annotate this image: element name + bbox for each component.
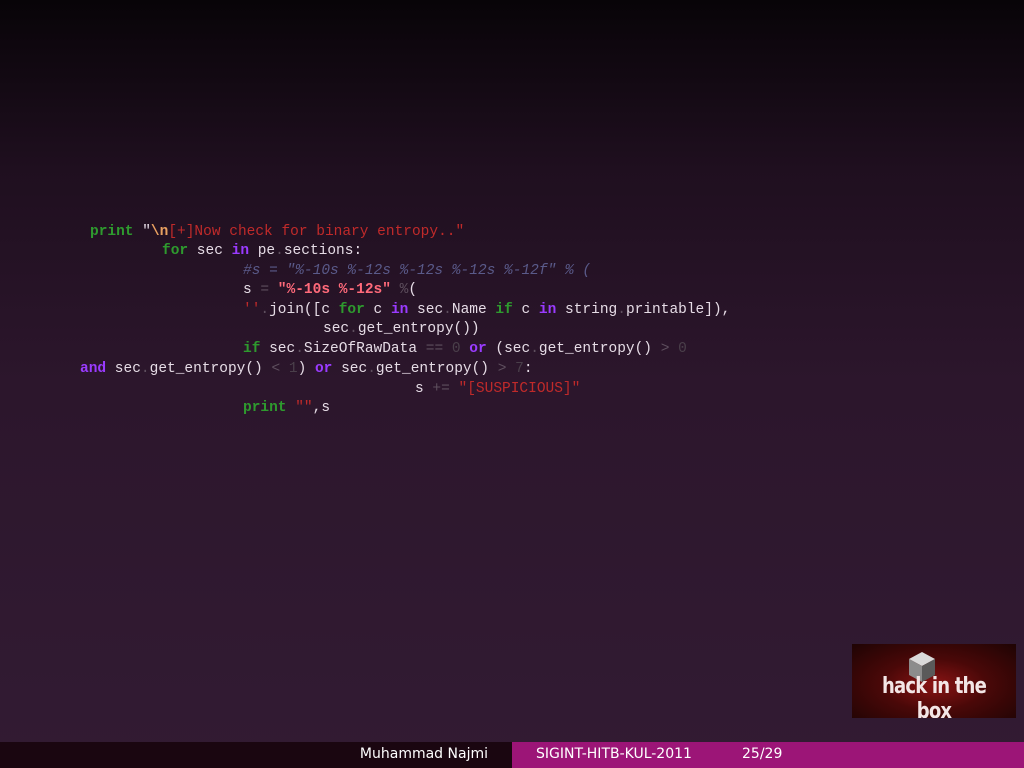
code-line: #s = "%-10s %-12s %-12s %-12s %-12f" % ( — [243, 262, 591, 280]
footer-title: SIGINT-HITB-KUL-2011 — [536, 746, 692, 762]
code-token: . — [295, 341, 304, 357]
page-number: 25/29 — [742, 746, 783, 762]
code-token: \n — [150, 224, 169, 240]
code-line: if sec.SizeOfRawData == 0 or (sec.get_en… — [243, 340, 687, 358]
code-line: print "\n[+]Now check for binary entropy… — [90, 223, 464, 241]
code-token: += — [432, 381, 450, 397]
code-token: : — [523, 361, 533, 377]
code-token: 0 — [678, 341, 687, 357]
code-line: s += "[SUSPICIOUS]" — [415, 380, 580, 398]
code-token: get_entropy()) — [357, 321, 480, 337]
code-token: 7 — [515, 361, 524, 377]
code-token: sec — [323, 321, 350, 337]
code-token: '' — [243, 302, 261, 318]
code-token: "" — [295, 400, 313, 416]
code-token: in — [390, 302, 409, 318]
code-token: "[SUSPICIOUS]" — [458, 381, 581, 397]
code-token: " — [133, 224, 151, 240]
code-token: or — [314, 361, 333, 377]
code-token: or — [469, 341, 487, 357]
footer-right: SIGINT-HITB-KUL-2011 25/29 — [512, 742, 1024, 768]
code-token: ( — [408, 282, 418, 298]
code-token: == — [425, 341, 444, 357]
code-token: for — [338, 302, 365, 318]
code-token: #s = "%-10s %-12s %-12s %-12s %-12f" % ( — [243, 263, 592, 279]
code-token: . — [260, 302, 270, 318]
code-token: for — [162, 243, 189, 259]
code-token: . — [140, 361, 150, 377]
code-token: print — [90, 224, 134, 240]
code-token: s — [243, 282, 261, 298]
code-token: in — [538, 302, 557, 318]
code-token: sections: — [283, 243, 363, 259]
code-token: "%-10s %-12s" — [269, 282, 391, 298]
code-token: if — [243, 341, 261, 357]
code-token: ) — [297, 361, 315, 377]
code-line: print "",s — [243, 399, 330, 417]
code-token: s — [415, 381, 433, 397]
code-token: printable]), — [625, 302, 731, 318]
code-block: print "\n[+]Now check for binary entropy… — [0, 0, 1024, 740]
code-token: print — [243, 400, 287, 416]
code-token: . — [617, 302, 626, 318]
slide-footer: Muhammad Najmi SIGINT-HITB-KUL-2011 25/2… — [0, 742, 1024, 768]
code-line: s = "%-10s %-12s" %( — [243, 281, 417, 299]
code-token: get_entropy() — [538, 341, 661, 357]
code-token: in — [231, 243, 250, 259]
code-line: ''.join([c for c in sec.Name if c in str… — [243, 301, 730, 319]
code-token: c — [364, 302, 391, 318]
code-token: sec — [260, 341, 296, 357]
code-token: ,s — [312, 400, 331, 416]
code-token: sec — [188, 243, 232, 259]
code-token: c — [512, 302, 539, 318]
code-token: if — [495, 302, 513, 318]
code-line: sec.get_entropy()) — [323, 320, 480, 338]
code-token: string — [556, 302, 618, 318]
code-token: 1 — [288, 361, 298, 377]
code-token: % — [390, 282, 409, 298]
footer-author: Muhammad Najmi — [359, 746, 488, 762]
code-token: = — [260, 282, 270, 298]
hitb-logo: hack in the box — [852, 644, 1016, 718]
code-token: sec — [332, 361, 368, 377]
code-token: . — [530, 341, 539, 357]
code-token: . — [443, 302, 452, 318]
code-line: for sec in pe.sections: — [162, 242, 362, 260]
code-token: (sec — [486, 341, 531, 357]
code-token: . — [275, 243, 284, 259]
code-line: and sec.get_entropy() < 1) or sec.get_en… — [80, 360, 533, 378]
code-token: sec — [106, 361, 141, 377]
code-token: . — [367, 361, 376, 377]
code-token: sec — [408, 302, 444, 318]
code-token: . — [349, 321, 358, 337]
footer-left: Muhammad Najmi — [0, 742, 512, 768]
code-token: pe — [249, 243, 276, 259]
code-token: join([c — [269, 302, 339, 318]
code-token: SizeOfRawData — [303, 341, 426, 357]
code-token: and — [80, 361, 107, 377]
code-token: [+]Now check for binary entropy.." — [168, 224, 465, 240]
code-token: get_entropy() — [375, 361, 498, 377]
code-token: get_entropy() — [149, 361, 272, 377]
logo-text: hack in the box — [882, 674, 987, 718]
code-token: < — [271, 361, 281, 377]
code-token: 0 — [451, 341, 461, 357]
code-token: Name — [451, 302, 496, 318]
